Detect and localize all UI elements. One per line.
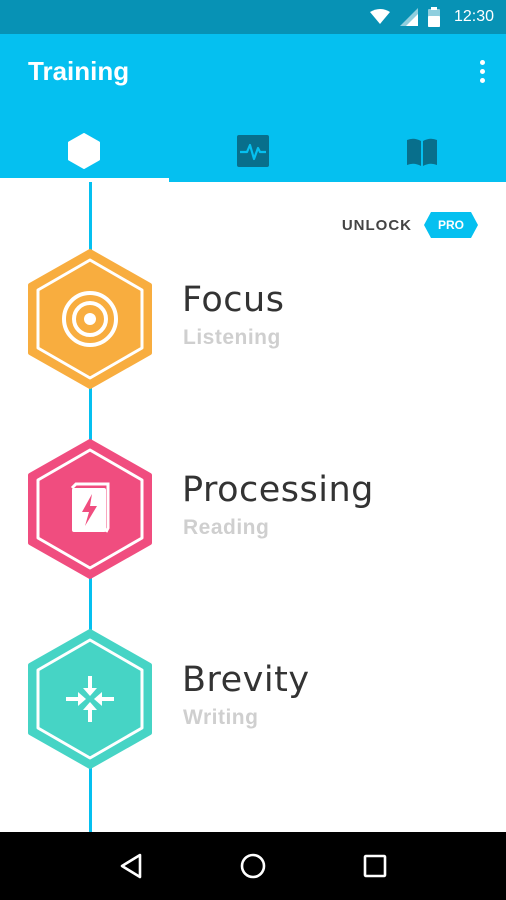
- module-focus[interactable]: Focus Listening: [0, 248, 506, 390]
- module-processing[interactable]: Processing Reading: [0, 438, 506, 580]
- module-subtitle: Writing: [183, 706, 259, 729]
- tab-bar: [0, 120, 506, 182]
- overflow-menu-button[interactable]: [476, 60, 488, 88]
- overflow-dot: [479, 60, 485, 65]
- pro-badge-label: PRO: [437, 218, 464, 232]
- pro-badge: PRO: [424, 212, 478, 238]
- wifi-icon: [369, 9, 390, 24]
- module-title: Focus: [182, 280, 285, 320]
- back-button[interactable]: [111, 846, 151, 886]
- module-subtitle: Reading: [183, 516, 270, 539]
- unlock-pro-button[interactable]: UNLOCK PRO: [342, 212, 478, 238]
- module-title: Brevity: [182, 660, 310, 700]
- processing-hexagon: [28, 439, 152, 579]
- module-brevity[interactable]: Brevity Writing: [0, 628, 506, 770]
- brevity-hexagon: [28, 629, 152, 769]
- hexagon-icon: [68, 133, 101, 169]
- status-bar: 12:30: [0, 0, 506, 34]
- tab-library[interactable]: [337, 120, 506, 182]
- overflow-dot: [479, 78, 485, 83]
- cell-signal-icon: [399, 8, 418, 26]
- tab-progress[interactable]: [169, 120, 338, 182]
- module-title: Processing: [182, 470, 374, 510]
- back-triangle-icon: [120, 853, 142, 879]
- app-bar: Training: [0, 34, 506, 182]
- page-title: Training: [28, 56, 130, 86]
- training-list: UNLOCK PRO Focus Listening Processing Re…: [0, 182, 506, 832]
- focus-hexagon: [28, 249, 152, 389]
- home-circle-icon: [240, 853, 266, 879]
- recents-button[interactable]: [355, 846, 395, 886]
- tab-training[interactable]: [0, 120, 169, 182]
- book-icon: [406, 138, 437, 166]
- system-nav-bar: [0, 832, 506, 900]
- recents-square-icon: [363, 854, 387, 878]
- pulse-chart-icon: [237, 135, 269, 167]
- book-lightning-icon: [70, 482, 110, 533]
- status-icons: 12:30: [369, 0, 494, 34]
- module-subtitle: Listening: [183, 326, 281, 349]
- home-button[interactable]: [233, 846, 273, 886]
- overflow-dot: [479, 69, 485, 74]
- battery-icon: [427, 7, 440, 27]
- status-time: 12:30: [453, 8, 494, 25]
- unlock-label: UNLOCK: [341, 216, 412, 234]
